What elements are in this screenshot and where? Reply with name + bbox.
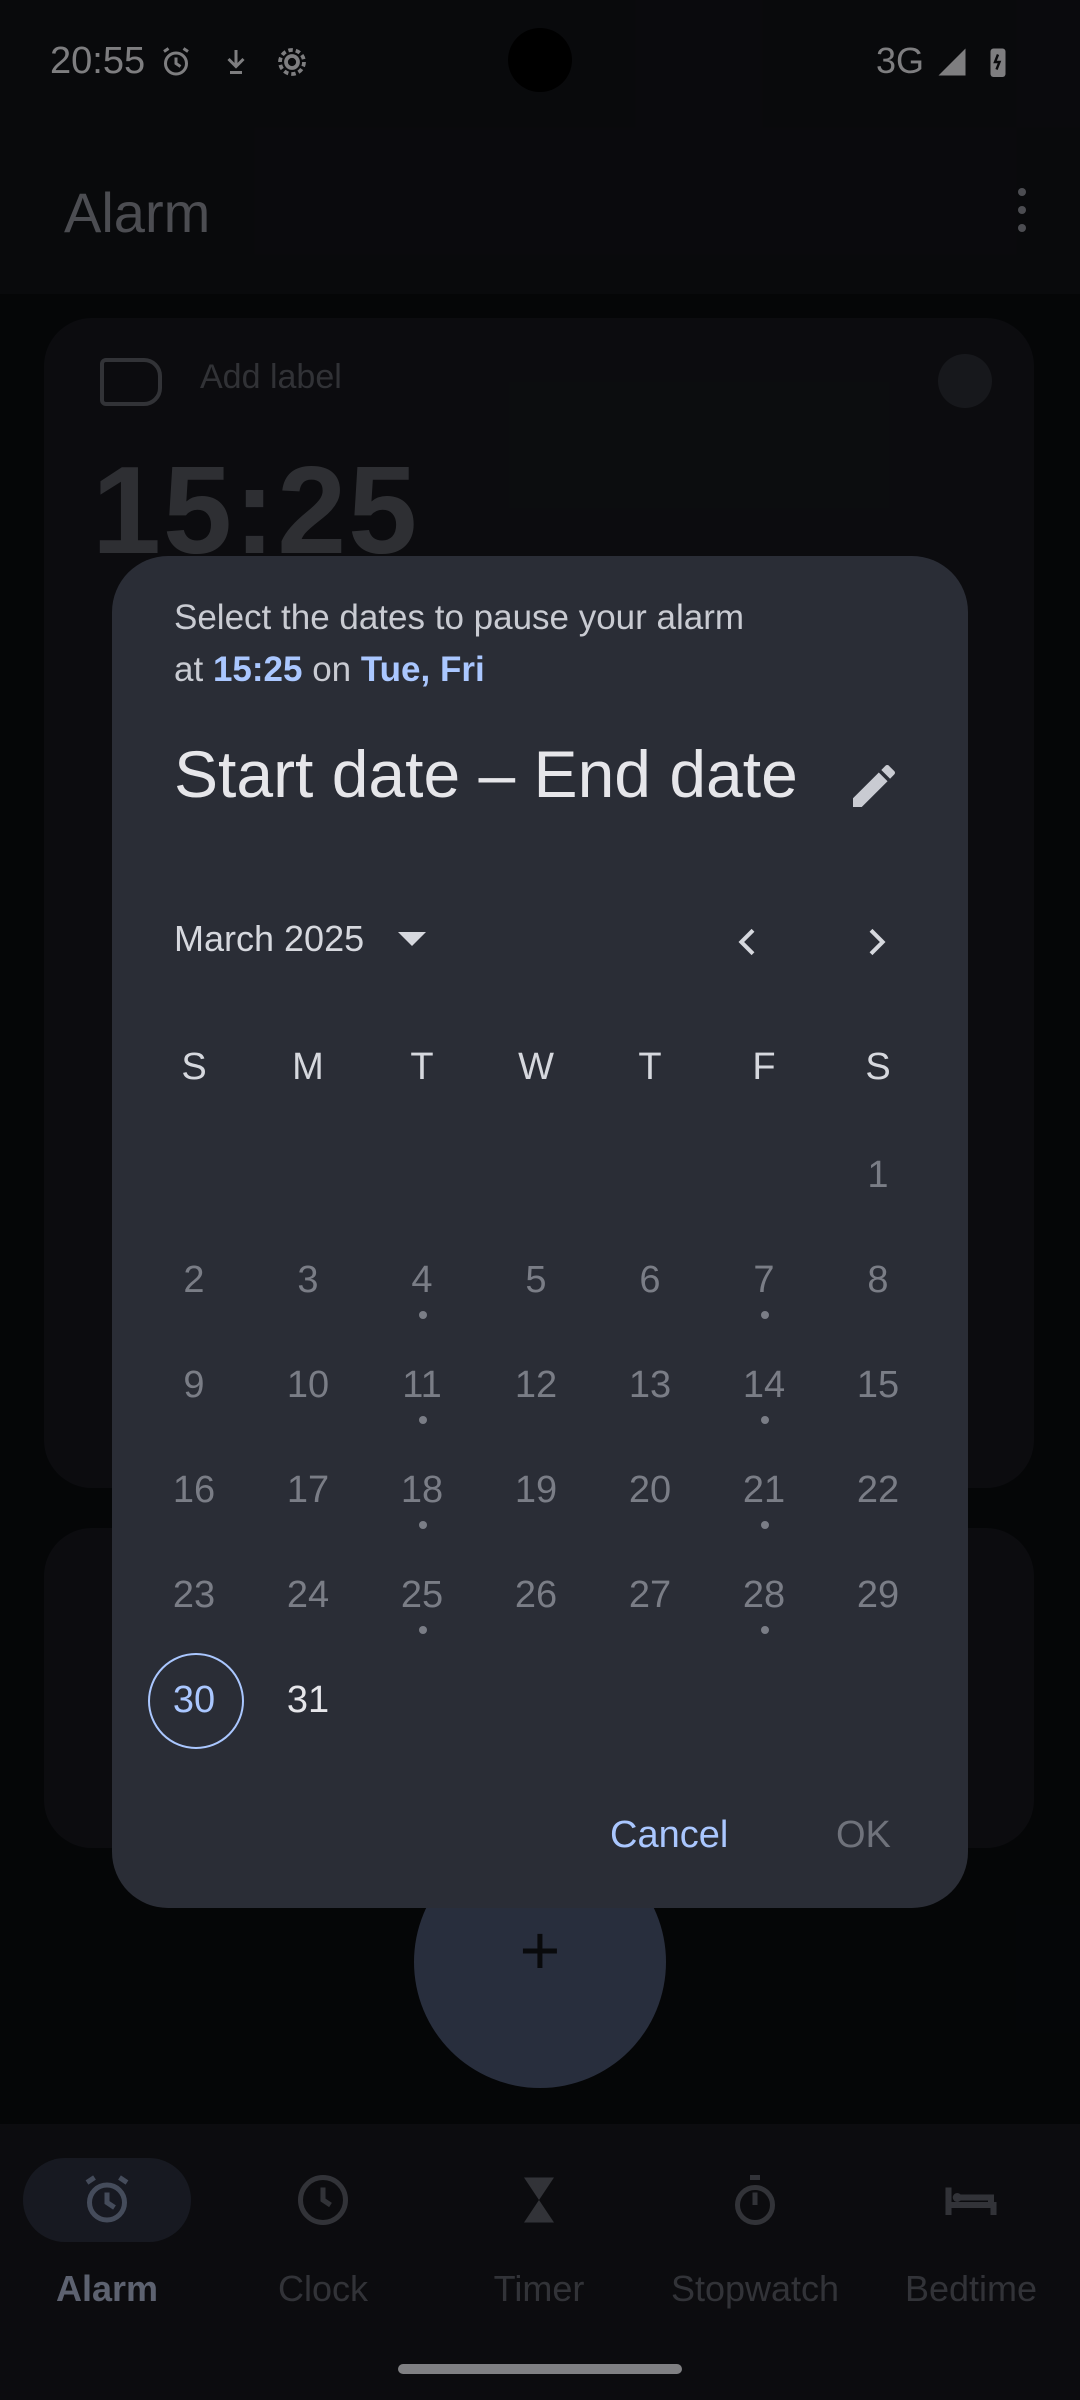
calendar-day: 20	[628, 1469, 672, 1511]
calendar-day: 28	[707, 1548, 821, 1642]
weekday-mon: M	[292, 1046, 324, 1088]
calendar-day: 5	[525, 1259, 547, 1301]
calendar-day: 27	[628, 1574, 672, 1616]
calendar-day: 12	[514, 1364, 558, 1406]
prompt-time: 15:25	[212, 650, 303, 689]
month-year-selector[interactable]: March 2025	[174, 918, 364, 960]
alarm-day-dot	[419, 1626, 427, 1634]
weekday-sun: S	[181, 1046, 207, 1088]
alarm-day-dot	[761, 1416, 769, 1424]
prompt-on: on	[312, 650, 352, 689]
calendar-day: 14	[707, 1338, 821, 1432]
calendar-day: 6	[639, 1259, 661, 1301]
calendar-day: 3	[297, 1259, 319, 1301]
weekday-fri: F	[752, 1046, 776, 1088]
calendar-day: 7	[707, 1233, 821, 1327]
chevron-left-icon[interactable]	[728, 918, 768, 966]
calendar-day: 10	[286, 1364, 330, 1406]
calendar-day[interactable]: 31	[251, 1653, 365, 1747]
weekday-thu: T	[638, 1046, 662, 1088]
alarm-day-dot	[761, 1311, 769, 1319]
calendar-day: 22	[856, 1469, 900, 1511]
calendar-day: 29	[856, 1574, 900, 1616]
cancel-button[interactable]: Cancel	[610, 1814, 728, 1857]
alarm-day-dot	[419, 1521, 427, 1529]
calendar-day: 15	[856, 1364, 900, 1406]
alarm-day-dot	[419, 1311, 427, 1319]
alarm-day-dot	[761, 1521, 769, 1529]
calendar-day: 18	[365, 1443, 479, 1537]
alarm-day-dot	[761, 1626, 769, 1634]
calendar-day: 25	[365, 1548, 479, 1642]
edit-pencil-icon[interactable]	[846, 758, 902, 814]
prompt-text: Select the dates to pause your alarm	[174, 598, 745, 637]
ok-button[interactable]: OK	[836, 1814, 891, 1857]
weekday-wed: W	[518, 1046, 554, 1088]
alarm-day-dot	[419, 1416, 427, 1424]
weekday-sat: S	[865, 1046, 891, 1088]
calendar-day: 2	[183, 1259, 205, 1301]
dropdown-arrow-icon[interactable]	[398, 932, 426, 946]
calendar-day: 9	[183, 1364, 205, 1406]
prompt-at: at	[174, 650, 204, 689]
calendar-day: 24	[286, 1574, 330, 1616]
prompt-days: Tue, Fri	[360, 650, 485, 689]
chevron-right-icon[interactable]	[856, 918, 896, 966]
calendar-day: 23	[172, 1574, 216, 1616]
today-indicator	[148, 1653, 244, 1749]
calendar-day: 4	[365, 1233, 479, 1327]
calendar-day: 19	[514, 1469, 558, 1511]
calendar-day: 16	[172, 1469, 216, 1511]
date-range-title: Start date – End date	[174, 737, 798, 811]
calendar-day: 26	[514, 1574, 558, 1616]
dialog-prompt: Select the dates to pause your alarm at …	[174, 592, 894, 696]
calendar-day: 8	[867, 1259, 889, 1301]
calendar-day: 1	[867, 1154, 889, 1196]
calendar-day: 11	[365, 1338, 479, 1432]
calendar-day: 13	[628, 1364, 672, 1406]
calendar-day: 17	[286, 1469, 330, 1511]
weekday-tue: T	[410, 1046, 434, 1088]
calendar-day: 21	[707, 1443, 821, 1537]
